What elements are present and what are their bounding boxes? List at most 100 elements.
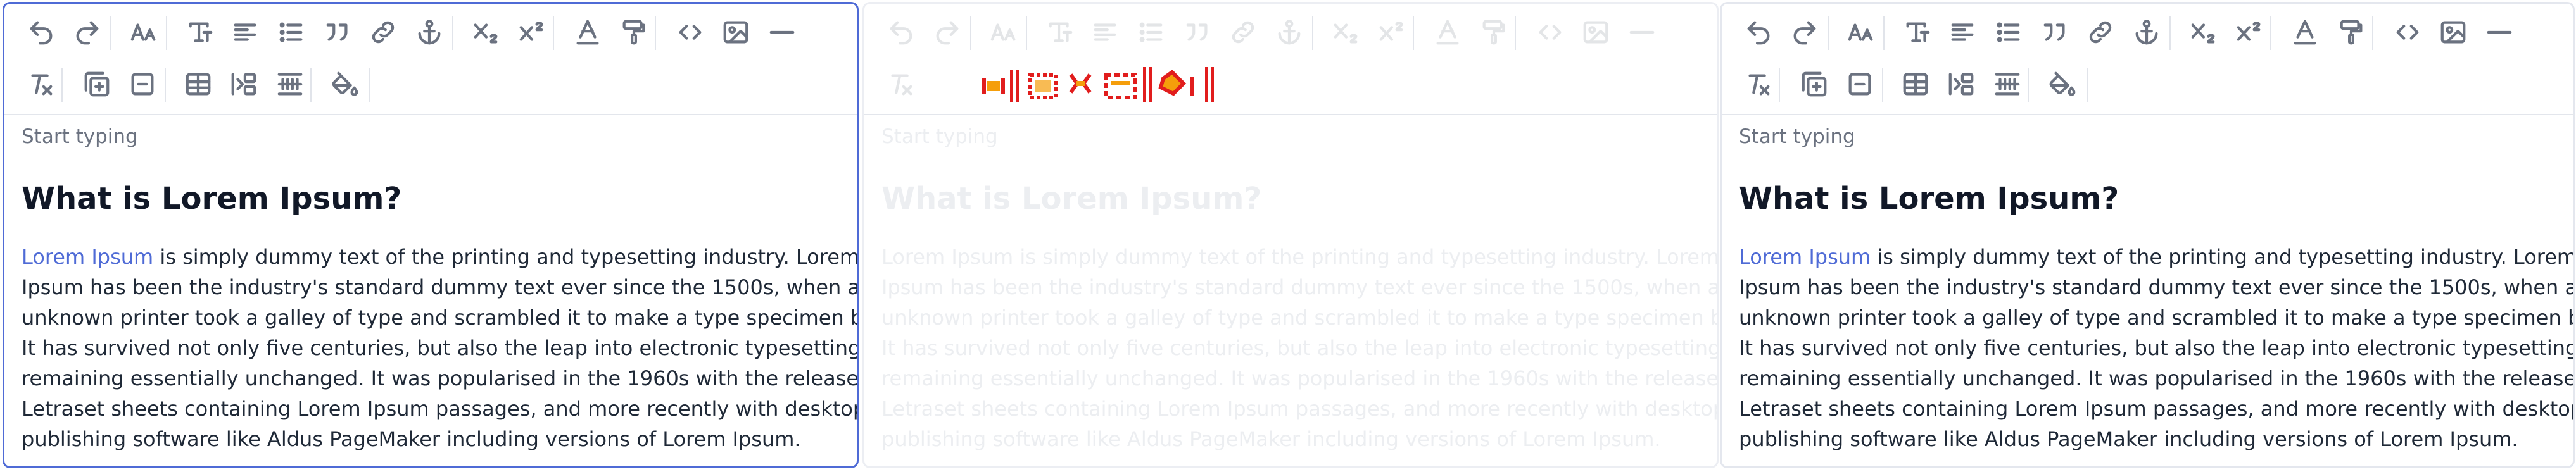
toolbar-divider	[553, 16, 554, 50]
text-color-icon	[573, 18, 602, 47]
code-button[interactable]	[2390, 15, 2425, 50]
toolbar-divider	[1413, 16, 1414, 50]
expand-button[interactable]	[1796, 66, 1832, 102]
rich-text-editor-focused[interactable]: Start typing What is Lorem Ipsum? Lorem Ip…	[3, 2, 859, 468]
paragraph-line: remaining essentially unchanged. It was …	[22, 366, 859, 390]
horizontal-rule-button[interactable]	[764, 15, 800, 50]
align-left-icon	[230, 18, 260, 47]
remove-block-icon	[128, 70, 157, 99]
expand-button[interactable]	[79, 66, 115, 102]
editor-toolbar	[4, 4, 857, 115]
paragraph-line: Ipsum has been the industry's standard d…	[22, 275, 859, 299]
code-icon	[2393, 18, 2422, 47]
bullet-list-button[interactable]	[1991, 15, 2026, 50]
document-heading[interactable]: What is Lorem Ipsum?	[22, 181, 401, 216]
indent-button[interactable]	[226, 66, 262, 102]
redo-button[interactable]	[70, 15, 105, 50]
inline-link[interactable]: Lorem Ipsum	[1739, 245, 1871, 269]
indent-icon	[1947, 70, 1976, 99]
undo-icon	[1744, 18, 1773, 47]
image-button	[1578, 15, 1613, 50]
code-icon	[676, 18, 705, 47]
paragraph-line: unknown printer took a galley of type an…	[881, 306, 1719, 330]
undo-button	[883, 15, 919, 50]
fill-button[interactable]	[328, 66, 363, 102]
table-button[interactable]	[1898, 66, 1933, 102]
toolbar-divider	[655, 16, 656, 50]
image-button[interactable]	[718, 15, 754, 50]
subscript-button[interactable]	[469, 15, 504, 50]
toolbar-divider	[369, 68, 370, 102]
clear-format-icon	[887, 70, 916, 99]
text-style-icon	[186, 18, 215, 47]
paragraph-style-button[interactable]	[182, 15, 218, 50]
document-heading[interactable]: What is Lorem Ipsum?	[1739, 181, 2119, 216]
code-button[interactable]	[672, 15, 708, 50]
paragraph-style-button[interactable]	[1900, 15, 1935, 50]
toolbar-divider	[110, 16, 111, 50]
paragraph-line: publishing software like Aldus PageMaker…	[881, 427, 1661, 451]
paint-bucket-icon	[2049, 70, 2078, 99]
align-button[interactable]	[227, 15, 263, 50]
paragraph-line: unknown printer took a galley of type an…	[22, 306, 859, 330]
columns-button[interactable]	[272, 66, 308, 102]
bullet-list-button[interactable]	[274, 15, 309, 50]
font-size-button[interactable]	[127, 15, 162, 50]
quote-button[interactable]	[2037, 15, 2073, 50]
anchor-icon	[1275, 18, 1304, 47]
quote-icon	[323, 18, 352, 47]
subscript-button[interactable]	[2186, 15, 2221, 50]
fill-button[interactable]	[2045, 66, 2081, 102]
subscript-button	[1329, 15, 1364, 50]
rendering-glitch-artifact	[982, 65, 1235, 105]
horizontal-rule-button[interactable]	[2482, 15, 2517, 50]
indent-button[interactable]	[1943, 66, 1979, 102]
image-button[interactable]	[2435, 15, 2471, 50]
redo-button[interactable]	[1787, 15, 1822, 50]
quote-button[interactable]	[320, 15, 355, 50]
align-button[interactable]	[1945, 15, 1980, 50]
subscript-icon	[472, 18, 501, 47]
font-size-button[interactable]	[1844, 15, 1879, 50]
columns-button[interactable]	[1990, 66, 2025, 102]
table-button[interactable]	[180, 66, 216, 102]
text-color-button[interactable]	[570, 15, 605, 50]
clear-format-button[interactable]	[1741, 66, 1776, 102]
editor-placeholder-label: Start typing	[1739, 125, 1855, 148]
rich-text-editor-default[interactable]: Start typing What is Lorem Ipsum? Lorem Ip…	[1720, 2, 2575, 468]
paragraph-line: Lorem Ipsum is simply dummy text of the …	[22, 242, 857, 272]
horizontal-rule-icon	[1627, 18, 1657, 47]
toolbar-divider	[310, 68, 312, 102]
paragraph-line: Letraset sheets containing Lorem Ipsum p…	[22, 397, 859, 421]
inline-link[interactable]: Lorem Ipsum	[22, 245, 153, 269]
format-painter-button[interactable]	[2333, 15, 2369, 50]
superscript-button[interactable]	[514, 15, 550, 50]
paragraph-style-button	[1042, 15, 1078, 50]
superscript-button[interactable]	[2232, 15, 2267, 50]
document-body-paragraph[interactable]: Lorem Ipsum is simply dummy text of the …	[1739, 242, 2575, 454]
toolbar-divider	[2169, 16, 2171, 50]
text-color-button[interactable]	[2287, 15, 2323, 50]
anchor-button[interactable]	[412, 15, 447, 50]
paragraph-line: It has survived not only five centuries,…	[1739, 336, 2575, 360]
quote-icon	[1183, 18, 1212, 47]
subscript-icon	[1332, 18, 1361, 47]
format-painter-button[interactable]	[616, 15, 652, 50]
link-button[interactable]	[2083, 15, 2118, 50]
format-painter-button	[1476, 15, 1512, 50]
undo-icon	[27, 18, 56, 47]
undo-button[interactable]	[1741, 15, 1776, 50]
collapse-button[interactable]	[1842, 66, 1878, 102]
anchor-button[interactable]	[2129, 15, 2164, 50]
document-body-paragraph[interactable]: Lorem Ipsum is simply dummy text of the …	[22, 242, 859, 454]
undo-button[interactable]	[23, 15, 59, 50]
link-button[interactable]	[365, 15, 401, 50]
link-icon	[369, 18, 398, 47]
paragraph-line: unknown printer took a galley of type an…	[1739, 306, 2575, 330]
image-icon	[1581, 18, 1610, 47]
bullet-list-button	[1133, 15, 1169, 50]
clear-format-button	[883, 66, 919, 102]
clear-format-button[interactable]	[23, 66, 59, 102]
toolbar-divider	[1883, 16, 1885, 50]
collapse-button[interactable]	[125, 66, 160, 102]
